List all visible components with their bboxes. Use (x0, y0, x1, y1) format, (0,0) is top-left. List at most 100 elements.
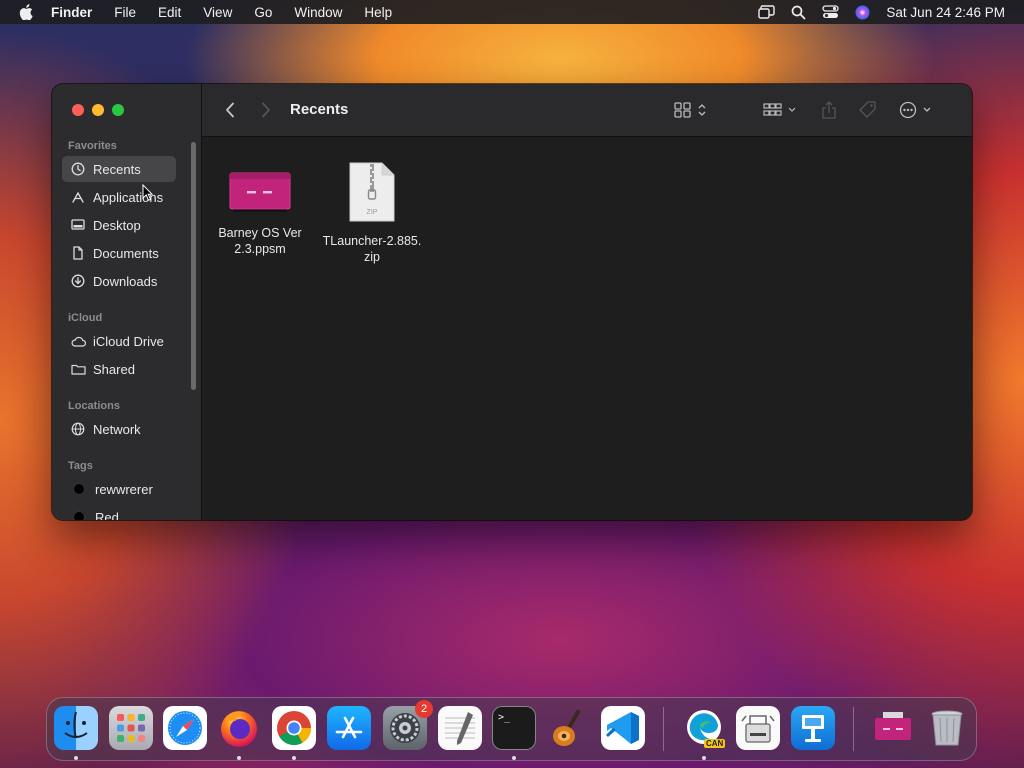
svg-text:ZIP: ZIP (367, 209, 378, 216)
sidebar-item-downloads[interactable]: Downloads (62, 268, 176, 294)
menu-bar: Finder File Edit View Go Window Help Sat… (0, 0, 1024, 24)
dock-vscode[interactable] (601, 706, 645, 750)
vscode-icon (606, 712, 639, 744)
window-title: Recents (290, 101, 349, 118)
powerpoint-show-icon (229, 172, 291, 212)
sidebar-tag-rewwrerer[interactable]: rewwrerer (62, 476, 176, 502)
applications-icon (70, 189, 86, 205)
sidebar-scrollbar[interactable] (191, 142, 196, 390)
sidebar-item-label: Recents (93, 161, 141, 177)
guitar-icon (553, 709, 581, 746)
menu-file[interactable]: File (114, 5, 136, 20)
dock-chrome[interactable] (272, 706, 316, 750)
view-mode-button[interactable] (674, 100, 710, 120)
globe-icon (70, 421, 86, 437)
dock: 2 >_ CAN (46, 697, 977, 761)
zoom-window-button[interactable] (112, 104, 124, 116)
dock-recent-file-barney-os[interactable] (871, 706, 915, 750)
dock-launchpad[interactable] (109, 706, 153, 750)
desktop-icon (70, 217, 86, 233)
dock-finder[interactable] (54, 706, 98, 750)
screen-mirroring-icon[interactable] (757, 4, 775, 20)
menu-help[interactable]: Help (364, 5, 392, 20)
safari-compass-icon (168, 711, 202, 745)
mouse-pointer-icon (142, 184, 154, 201)
group-grid-icon (763, 103, 796, 116)
sidebar-item-documents[interactable]: Documents (62, 240, 176, 266)
archive-utility-icon (741, 715, 775, 743)
menu-bar-clock[interactable]: Sat Jun 24 2:46 PM (886, 5, 1005, 20)
sidebar-header-icloud: iCloud (68, 312, 103, 324)
sidebar-header-tags: Tags (68, 460, 93, 472)
share-icon (822, 101, 836, 119)
running-indicator (702, 756, 706, 760)
sidebar-item-desktop[interactable]: Desktop (62, 212, 176, 238)
menu-edit[interactable]: Edit (158, 5, 181, 20)
download-icon (70, 273, 86, 289)
dock-app-store[interactable] (327, 706, 371, 750)
notification-badge: 2 (415, 700, 433, 718)
clock-icon (70, 161, 86, 177)
toolbar: Recents (202, 84, 972, 137)
siri-icon[interactable] (853, 4, 871, 20)
menu-app-finder[interactable]: Finder (51, 5, 92, 20)
finder-icon (64, 711, 88, 739)
ellipsis-circle-icon (899, 101, 931, 119)
dock-system-settings[interactable]: 2 (383, 700, 433, 750)
dock-textedit[interactable] (438, 706, 482, 750)
sidebar-header-locations: Locations (68, 400, 120, 412)
textedit-icon (445, 712, 475, 745)
spotlight-search-icon[interactable] (789, 4, 807, 20)
dock-trash[interactable] (925, 706, 969, 750)
sidebar-item-applications[interactable]: Applications (62, 184, 176, 210)
finder-window: Favorites Recents Applications Desktop D… (52, 84, 972, 520)
running-indicator (292, 756, 296, 760)
running-indicator (512, 756, 516, 760)
powerpoint-show-icon (875, 712, 911, 740)
app-store-icon (335, 716, 363, 739)
dock-garageband[interactable] (546, 706, 590, 750)
share-button[interactable] (820, 100, 838, 120)
sidebar-tag-red[interactable]: Red (62, 504, 176, 520)
window-controls (72, 104, 132, 116)
running-indicator (237, 756, 241, 760)
file-item-barney-os[interactable]: Barney OS Ver 2.3.ppsm (204, 160, 316, 257)
sidebar-item-label: Downloads (93, 273, 158, 289)
file-item-tlauncher-zip[interactable]: ZIP TLauncher-2.885. zip (316, 160, 428, 265)
file-name: TLauncher-2.885. zip (322, 234, 422, 264)
tag-icon (859, 101, 876, 118)
apple-logo-icon[interactable] (18, 4, 34, 20)
back-button[interactable] (222, 100, 238, 120)
tag-button[interactable] (858, 100, 878, 120)
menu-window[interactable]: Window (294, 5, 342, 20)
menu-view[interactable]: View (203, 5, 232, 20)
sidebar-item-recents[interactable]: Recents (62, 156, 176, 182)
trash-icon (931, 710, 963, 746)
sidebar-item-network[interactable]: Network (62, 416, 176, 442)
dock-safari[interactable] (163, 706, 207, 750)
dock-keynote[interactable] (791, 706, 835, 750)
dock-terminal[interactable]: >_ (492, 706, 536, 750)
running-indicator (74, 756, 78, 760)
dock-firefox[interactable] (217, 706, 261, 750)
dock-edge-canary[interactable]: CAN (682, 706, 726, 750)
sidebar-item-label: Documents (93, 245, 159, 261)
sidebar-item-label: Desktop (93, 217, 141, 233)
sidebar: Favorites Recents Applications Desktop D… (52, 84, 202, 520)
group-by-button[interactable] (763, 100, 799, 120)
sidebar-item-label: rewwrerer (95, 481, 153, 497)
document-icon (70, 245, 86, 261)
menu-go[interactable]: Go (254, 5, 272, 20)
dock-separator (663, 707, 664, 751)
tag-color-dot (73, 511, 85, 520)
cloud-icon (70, 333, 86, 349)
control-center-icon[interactable] (821, 4, 839, 20)
close-window-button[interactable] (72, 104, 84, 116)
dock-archive-utility[interactable] (736, 706, 780, 750)
minimize-window-button[interactable] (92, 104, 104, 116)
forward-button[interactable] (258, 100, 274, 120)
more-actions-button[interactable] (899, 100, 935, 120)
zip-file-icon: ZIP (349, 162, 395, 222)
sidebar-item-icloud-drive[interactable]: iCloud Drive (62, 328, 176, 354)
sidebar-item-shared[interactable]: Shared (62, 356, 176, 382)
